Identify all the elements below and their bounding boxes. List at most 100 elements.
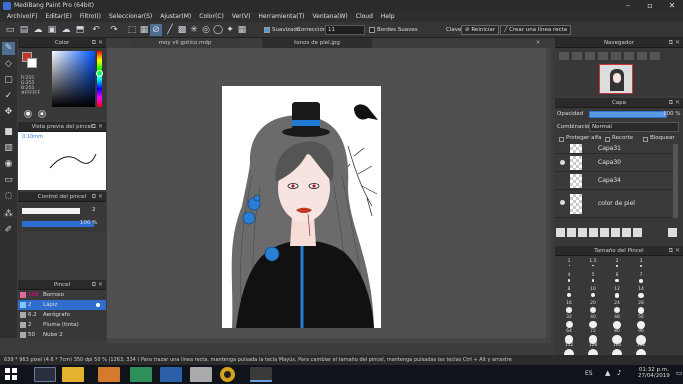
snap-extra-icon[interactable]: ▦: [236, 24, 248, 36]
snap-circle-icon[interactable]: ◎: [200, 24, 212, 36]
brush-size-cell[interactable]: 1.5: [583, 259, 603, 274]
brush-size-cell[interactable]: 12: [607, 287, 627, 302]
panel-pin-icon[interactable]: ⧉ ✕: [92, 280, 103, 290]
cloud-icon[interactable]: ☁: [32, 24, 44, 36]
snap-curve-icon[interactable]: ◯: [212, 24, 224, 36]
menu-color[interactable]: Color(C): [195, 12, 228, 22]
brush-size-cell[interactable]: 32: [559, 315, 579, 330]
navigator-thumbnail[interactable]: [599, 64, 633, 94]
brush-size-cell[interactable]: 20: [583, 301, 603, 316]
canvas-area[interactable]: [107, 48, 551, 338]
menu-seleccionar[interactable]: Seleccionar(S): [105, 12, 156, 22]
tab-close-icon[interactable]: ✕: [531, 38, 545, 48]
snap-settings-icon[interactable]: ✦: [224, 24, 236, 36]
brush-size-cell[interactable]: 28: [631, 301, 651, 316]
move-down-icon[interactable]: [622, 228, 631, 237]
hue-handle[interactable]: [96, 70, 103, 77]
cloud-save-icon[interactable]: ☁: [60, 24, 72, 36]
medibang-icon[interactable]: [250, 367, 272, 382]
layer-visibility-icon[interactable]: [560, 160, 565, 165]
layer-row[interactable]: Capa30: [556, 154, 673, 172]
pen-tool-icon[interactable]: ✎: [2, 42, 15, 55]
brush-size-cell[interactable]: 3: [631, 259, 651, 274]
menu-editar[interactable]: Editar(E): [42, 12, 76, 22]
layer-row[interactable]: color de piel: [556, 190, 673, 218]
brush-size-cell[interactable]: 1: [559, 259, 579, 274]
brush-size-cell[interactable]: 40: [583, 315, 603, 330]
layer-scrollbar[interactable]: [673, 144, 678, 218]
snap-off-icon[interactable]: ⊘: [150, 24, 162, 36]
tab-tonos-de-piel[interactable]: tonos de piel.jpg: [262, 38, 372, 48]
brush-size-cell[interactable]: 56: [631, 315, 651, 330]
brush-size-cell[interactable]: 6: [607, 273, 627, 288]
brush-size-cell[interactable]: 2: [607, 259, 627, 274]
crear-linea-button[interactable]: ╱ Crear una línea recta: [500, 25, 572, 35]
brush-item[interactable]: 50 Nube 2: [18, 330, 98, 340]
layer-settings-icon[interactable]: [633, 228, 642, 237]
panel-pin-icon[interactable]: ⧉ ✕: [669, 38, 680, 48]
zoom-out-icon[interactable]: [572, 52, 582, 60]
brush-size-cell[interactable]: 48: [607, 315, 627, 330]
rotate-right-icon[interactable]: [624, 52, 634, 60]
reiniciar-button[interactable]: ⊘ Reiniciar: [461, 25, 500, 35]
brush-item[interactable]: 150 Borroso: [18, 290, 98, 300]
panel-pin-icon[interactable]: ⧉ ✕: [92, 38, 103, 48]
rect-select-tool-icon[interactable]: ▢: [2, 74, 15, 87]
brush-size-cell[interactable]: 7: [631, 273, 651, 288]
bordes-suaves-checkbox[interactable]: [369, 27, 375, 33]
office-icon[interactable]: [160, 367, 182, 382]
layer-row[interactable]: Capa34: [556, 172, 673, 190]
shape-tool-icon[interactable]: ▭: [2, 174, 15, 187]
brush-size-cell[interactable]: 4: [559, 273, 579, 288]
panel-pin-icon[interactable]: ⧉ ✕: [669, 246, 680, 256]
media-player-icon[interactable]: [98, 367, 120, 382]
recorte-checkbox[interactable]: [605, 137, 610, 142]
snap-cross-icon[interactable]: ▩: [176, 24, 188, 36]
magic-wand-tool-icon[interactable]: ⁂: [2, 208, 15, 221]
tab-moy-vil-gotico[interactable]: moy vil gotico.mdp: [130, 38, 240, 48]
flip-icon[interactable]: [650, 52, 660, 60]
chrome-icon[interactable]: [220, 367, 235, 382]
correccion-select[interactable]: 11: [325, 25, 365, 35]
brush-size-cell[interactable]: 112: [559, 343, 579, 355]
menu-archivo[interactable]: Archivo(F): [3, 12, 42, 22]
brush-size-cell[interactable]: 5: [583, 273, 603, 288]
canvas-horizontal-scrollbar[interactable]: [107, 338, 551, 343]
new-folder-icon[interactable]: [578, 228, 587, 237]
menu-ventana[interactable]: Ventana(W): [309, 12, 352, 22]
share-icon[interactable]: ⬒: [74, 24, 86, 36]
lasso-tool-icon[interactable]: ◌: [2, 190, 15, 203]
brush-size-cell[interactable]: 192: [631, 343, 651, 355]
panel-pin-icon[interactable]: ⧉ ✕: [669, 98, 680, 108]
brush-size-cell[interactable]: 96: [631, 329, 651, 345]
brush-size-cell[interactable]: 72: [583, 329, 603, 344]
open-folder-icon[interactable]: ▤: [18, 24, 30, 36]
rotate-left-icon[interactable]: [611, 52, 621, 60]
brush-size-cell[interactable]: 24: [607, 301, 627, 316]
menu-filtro[interactable]: Filtro(I): [76, 12, 105, 22]
task-view-icon[interactable]: [34, 367, 56, 382]
suavizado-checkbox[interactable]: [264, 27, 270, 33]
nox-icon[interactable]: [130, 367, 152, 382]
snap-parallel-icon[interactable]: ╱: [164, 24, 176, 36]
eraser-tool-icon[interactable]: ◇: [2, 58, 15, 71]
panel-pin-icon[interactable]: ⧉ ✕: [92, 192, 103, 202]
new-file-icon[interactable]: ▭: [4, 24, 16, 36]
panel-pin-icon[interactable]: ⧉ ✕: [92, 122, 103, 132]
layer-opacity-slider[interactable]: [589, 111, 667, 118]
app-icon[interactable]: [190, 367, 212, 382]
move-tool-icon[interactable]: ✥: [2, 106, 15, 119]
hue-slider[interactable]: [97, 51, 102, 107]
start-button[interactable]: [4, 367, 20, 382]
menu-help[interactable]: Help: [377, 12, 399, 22]
blend-mode-select[interactable]: Normal: [589, 122, 679, 132]
brush-size-cell[interactable]: 8: [559, 287, 579, 302]
fit-icon[interactable]: [585, 52, 595, 60]
brush-size-cell[interactable]: 80: [607, 329, 627, 345]
duplicate-layer-icon[interactable]: [589, 228, 598, 237]
color-wheel-icon[interactable]: ●: [24, 110, 32, 118]
brush-size-cell[interactable]: 16: [559, 301, 579, 316]
layer-row[interactable]: Capa31: [556, 144, 673, 154]
volume-icon[interactable]: ♪: [617, 369, 621, 377]
layer-visibility-icon[interactable]: [560, 200, 565, 205]
